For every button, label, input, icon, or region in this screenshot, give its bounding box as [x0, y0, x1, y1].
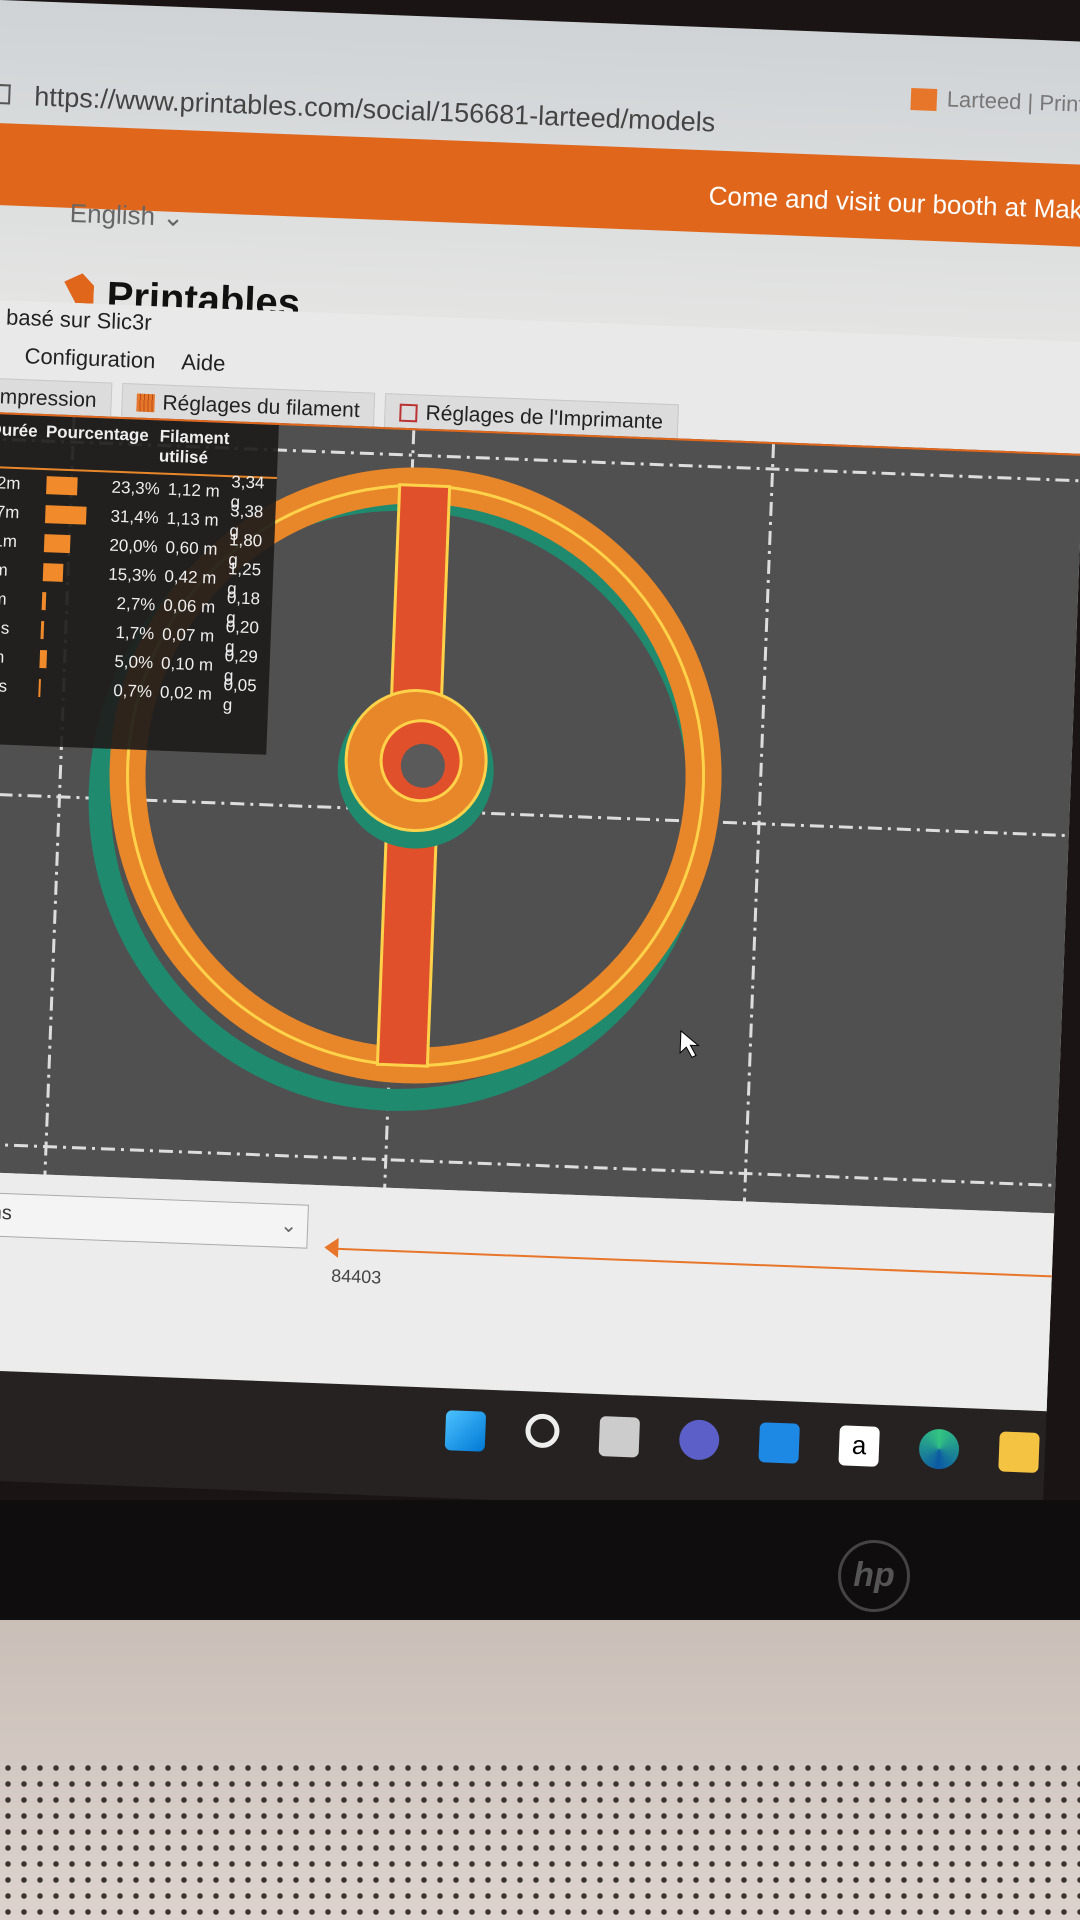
- filament-length: 1,12 m: [167, 479, 221, 501]
- options-label: ptions: [0, 1200, 13, 1225]
- lock-icon: [0, 83, 11, 105]
- windows-start-icon[interactable]: [444, 1410, 487, 1452]
- percent-bar: [40, 620, 44, 639]
- chat-icon[interactable]: [678, 1419, 720, 1461]
- language-select[interactable]: English ⌄: [69, 198, 184, 233]
- speaker-grille: [0, 1760, 1080, 1920]
- edge-icon[interactable]: [918, 1428, 960, 1470]
- task-view-icon[interactable]: [598, 1416, 641, 1458]
- percent-bar-track: [38, 678, 97, 699]
- percent-bar: [45, 504, 87, 525]
- duration: 12m: [0, 472, 21, 493]
- file-explorer-icon[interactable]: [998, 1431, 1040, 1473]
- hp-logo: hp: [838, 1540, 910, 1612]
- percentage: 15,3%: [107, 564, 157, 585]
- percent-bar-track: [44, 533, 102, 554]
- percent-bar-track: [39, 649, 98, 670]
- 3d-preview[interactable]: Durée Pourcentage Filament utilisé 12m 2…: [0, 411, 1080, 1214]
- duration: 52s: [0, 617, 10, 638]
- laptop-screen: Larteed | Printa https://www.printables.…: [0, 0, 1080, 1540]
- percent-bar: [44, 533, 71, 553]
- menu-configuration[interactable]: Configuration: [24, 343, 156, 374]
- percentage: 5,0%: [114, 651, 154, 672]
- filament-weight: 0,05 g: [222, 674, 258, 714]
- duration: 11m: [0, 530, 18, 551]
- percentage: 1,7%: [115, 622, 155, 643]
- percent-bar: [39, 649, 47, 668]
- window-title: 0 basé sur Slic3r: [0, 303, 153, 336]
- filament-length: 0,02 m: [159, 682, 213, 704]
- percent-bar-track: [46, 475, 104, 496]
- screen-bezel: [0, 1500, 1080, 1620]
- percent-bar: [46, 475, 78, 495]
- percent-bar: [43, 562, 64, 582]
- printer-icon: [399, 404, 418, 423]
- percentage: 23,3%: [111, 477, 161, 498]
- filament-length: 1,13 m: [166, 508, 220, 530]
- slider-value: 84403: [330, 1265, 382, 1288]
- percentage: 0,7%: [112, 680, 153, 701]
- percent-bar: [38, 678, 42, 697]
- amazon-icon[interactable]: a: [838, 1425, 880, 1467]
- layer-slider[interactable]: [332, 1247, 1052, 1278]
- printables-logo-icon: [63, 273, 94, 304]
- filament-icon: [136, 393, 155, 413]
- legend-panel: Durée Pourcentage Filament utilisé 12m 2…: [0, 413, 279, 755]
- browser-tab[interactable]: Larteed | Printa: [910, 85, 1080, 118]
- filament-length: 0,07 m: [161, 624, 215, 646]
- percent-bar-track: [40, 620, 99, 641]
- header-pourcentage: Pourcentage: [45, 422, 150, 446]
- filament-length: 0,06 m: [163, 595, 216, 617]
- mouse-cursor-icon: [679, 1029, 700, 1058]
- percent-bar-track: [42, 591, 100, 612]
- tab-label: Réglages de l'Imprimante: [425, 401, 664, 434]
- options-dropdown[interactable]: ptions ⌄: [0, 1191, 309, 1249]
- tab-label: Réglages du filament: [162, 391, 361, 423]
- filament-length: 0,42 m: [164, 566, 217, 588]
- tab-title: Larteed | Printa: [946, 86, 1080, 118]
- header-duree: Durée: [0, 419, 39, 441]
- percent-bar-track: [45, 504, 103, 525]
- menu-aide[interactable]: Aide: [181, 349, 226, 377]
- header-filament: Filament utilisé: [158, 426, 230, 468]
- menu-bar: e Configuration Aide: [0, 342, 226, 377]
- chevron-down-icon: ⌄: [279, 1214, 298, 1238]
- percent-bar: [42, 591, 47, 610]
- percentage: 31,4%: [110, 506, 160, 527]
- percent-bar-track: [43, 562, 101, 583]
- duration: 3m: [0, 646, 5, 667]
- language-label: English: [69, 197, 156, 232]
- tab-label: mpression: [0, 385, 98, 412]
- percentage: 20,0%: [109, 535, 158, 556]
- slider-thumb[interactable]: [323, 1237, 339, 1258]
- duration: 17m: [0, 501, 20, 522]
- duration: 8m: [0, 559, 9, 580]
- duration: 21s: [0, 675, 8, 696]
- search-icon[interactable]: [524, 1413, 561, 1449]
- printables-favicon-icon: [910, 88, 938, 112]
- filament-length: 0,60 m: [165, 537, 218, 559]
- mail-icon[interactable]: [758, 1422, 800, 1464]
- slicer-window: 0 basé sur Slic3r e Configuration Aide m…: [0, 299, 1080, 1414]
- duration: 1m: [0, 588, 8, 609]
- legend-row: 21s 0,7% 0,02 m 0,05 g: [0, 671, 269, 714]
- percentage: 2,7%: [116, 593, 156, 614]
- filament-length: 0,10 m: [160, 653, 214, 675]
